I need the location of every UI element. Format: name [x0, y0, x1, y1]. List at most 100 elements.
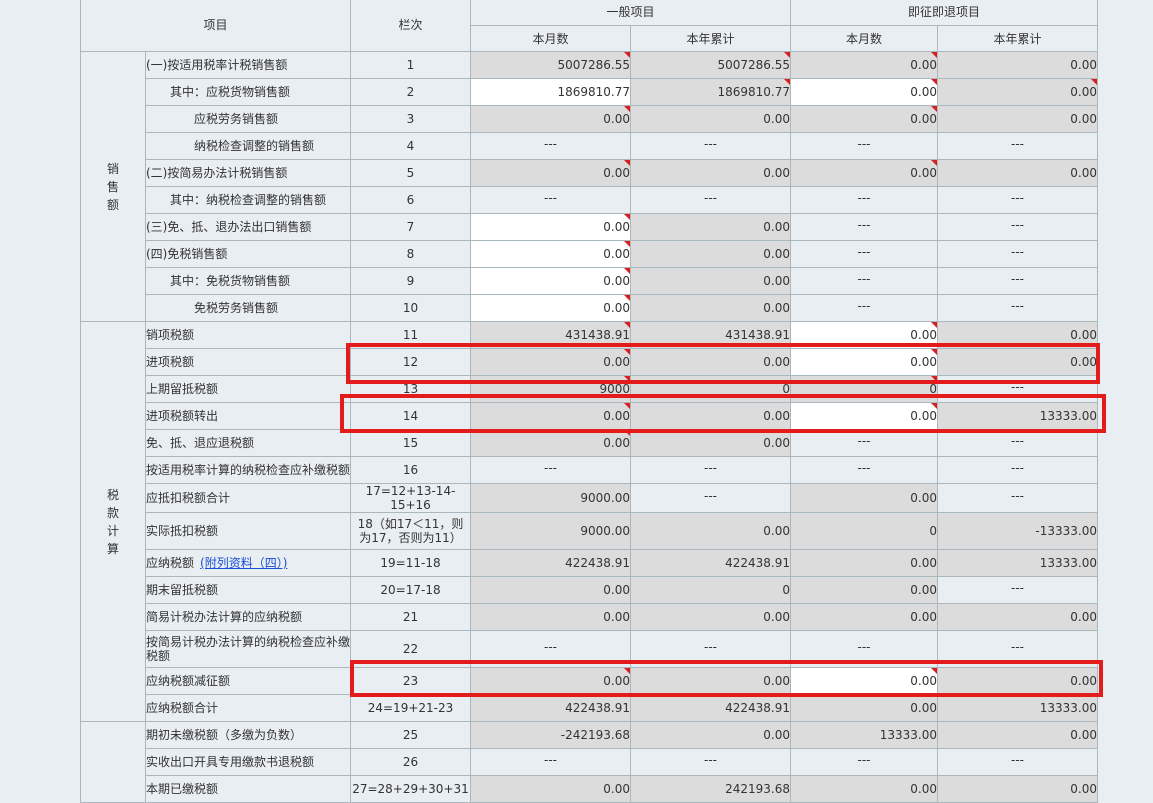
refund-month-cell[interactable]: 0.00: [790, 667, 938, 695]
refund-year-cell: 13333.00: [937, 549, 1098, 577]
row-label: 按适用税率计算的纳税检查应补缴税额: [145, 456, 351, 484]
table-row: 其中：应税货物销售额 2 1869810.77 1869810.77 0.00 0.00: [81, 78, 1098, 106]
cell-value: ---: [857, 191, 871, 205]
general-month-cell: 0.00: [470, 576, 631, 604]
table-row: 其中：纳税检查调整的销售额 6 --- --- --- ---: [81, 186, 1098, 214]
refund-month-cell: ---: [790, 240, 938, 268]
general-month-cell: 0.00: [470, 159, 631, 187]
refund-year-cell: ---: [937, 456, 1098, 484]
cell-value: ---: [704, 461, 717, 475]
line-number: 21: [350, 603, 471, 631]
refund-month-cell: 0.00: [790, 603, 938, 631]
general-month-cell: ---: [470, 132, 631, 160]
attachment-link[interactable]: (附列资料（四）): [200, 556, 287, 570]
cell-value: 0.00: [763, 409, 790, 423]
section-sales: 销售额: [80, 51, 146, 322]
row-label: 本期已缴税额: [145, 775, 351, 803]
row-label-text: 其中：应税货物销售额: [170, 85, 291, 99]
row-label-text: 应纳税额合计: [146, 701, 219, 715]
refund-month-cell: 0.00: [790, 775, 938, 803]
row-label: (一)按适用税率计税销售额: [145, 51, 351, 79]
refund-month-cell[interactable]: 0.00: [790, 321, 938, 349]
refund-month-cell: 0.00: [790, 549, 938, 577]
row-label: 应纳税额减征额: [145, 667, 351, 695]
refund-month-cell: ---: [790, 429, 938, 457]
table-row: 上期留抵税额 13 9000 0 0 ---: [81, 375, 1098, 403]
row-label: 简易计税办法计算的应纳税额: [145, 603, 351, 631]
table-row: 应税劳务销售额 3 0.00 0.00 0.00 0.00: [81, 105, 1098, 133]
cell-value: 0.00: [910, 166, 937, 180]
header-refund-month: 本月数: [790, 25, 938, 52]
refund-month-cell: 13333.00: [790, 721, 938, 749]
cell-value: ---: [1011, 272, 1024, 286]
general-month-cell: 0.00: [470, 667, 631, 695]
cell-value: 0.00: [1070, 112, 1097, 126]
cell-value: 1869810.77: [717, 85, 790, 99]
cell-value: 9000.00: [580, 491, 630, 505]
refund-month-cell[interactable]: 0.00: [790, 402, 938, 430]
cell-value: ---: [704, 753, 717, 767]
refund-month-cell[interactable]: 0.00: [790, 78, 938, 106]
general-year-cell: 242193.68: [630, 775, 791, 803]
general-month-cell[interactable]: 1869810.77: [470, 78, 631, 106]
general-year-cell: 422438.91: [630, 549, 791, 577]
refund-month-cell: 0.00: [790, 105, 938, 133]
cell-value: ---: [1011, 245, 1024, 259]
cell-value: 0.00: [910, 112, 937, 126]
row-label-text: 进项税额: [146, 355, 195, 369]
cell-value: 13333.00: [1039, 701, 1097, 715]
table-row: 简易计税办法计算的应纳税额 21 0.00 0.00 0.00 0.00: [81, 603, 1098, 631]
refund-month-cell: ---: [790, 456, 938, 484]
general-month-cell[interactable]: 0.00: [470, 240, 631, 268]
refund-month-cell: ---: [790, 267, 938, 295]
row-label: 销项税额: [145, 321, 351, 349]
cell-value: 242193.68: [725, 782, 790, 796]
cell-value: ---: [1011, 191, 1024, 205]
cell-value: 0.00: [1070, 58, 1097, 72]
general-month-cell: -242193.68: [470, 721, 631, 749]
row-label-text: 应税劳务销售额: [194, 112, 279, 126]
table-row: 进项税额转出 14 0.00 0.00 0.00 13333.00: [81, 402, 1098, 430]
refund-year-cell: 0.00: [937, 603, 1098, 631]
general-month-cell[interactable]: 0.00: [470, 213, 631, 241]
cell-value: ---: [704, 489, 717, 503]
general-year-cell: 0.00: [630, 721, 791, 749]
cell-value: 5007286.55: [717, 58, 790, 72]
refund-month-cell[interactable]: 0.00: [790, 348, 938, 376]
row-label-text: 按适用税率计算的纳税检查应补缴税额: [146, 463, 351, 477]
general-month-cell: 431438.91: [470, 321, 631, 349]
cell-value: 0.00: [763, 274, 790, 288]
table-row: 其中：免税货物销售额 9 0.00 0.00 --- ---: [81, 267, 1098, 295]
general-year-cell: ---: [630, 186, 791, 214]
cell-value: 0.00: [603, 247, 630, 261]
row-label-text: 本期已缴税额: [146, 782, 219, 796]
line-number: 12: [350, 348, 471, 376]
refund-year-cell: 13333.00: [937, 694, 1098, 722]
cell-value: 0.00: [763, 436, 790, 450]
general-year-cell: 0.00: [630, 348, 791, 376]
refund-year-cell: ---: [937, 132, 1098, 160]
tax-return-table: 项目 栏次 一般项目 即征即退项目 本月数 本年累计 本月数 本年累计 销售额(…: [80, 0, 1098, 803]
refund-month-cell: 0.00: [790, 576, 938, 604]
row-label: (三)免、抵、退办法出口销售额: [145, 213, 351, 241]
cell-value: ---: [857, 434, 871, 448]
cell-value: ---: [1011, 380, 1024, 394]
general-month-cell[interactable]: 0.00: [470, 267, 631, 295]
table-row: 应纳税额减征额 23 0.00 0.00 0.00 0.00: [81, 667, 1098, 695]
refund-year-cell: 0.00: [937, 721, 1098, 749]
cell-value: 0.00: [1070, 674, 1097, 688]
cell-value: ---: [704, 191, 717, 205]
section-sales-label: 销售额: [106, 161, 119, 212]
cell-value: 0.00: [910, 782, 937, 796]
general-month-cell[interactable]: 0.00: [470, 294, 631, 322]
line-number: 23: [350, 667, 471, 695]
line-number: 22: [350, 630, 471, 668]
section-payment: [80, 721, 146, 803]
cell-value: 0.00: [763, 610, 790, 624]
cell-value: ---: [857, 218, 871, 232]
cell-value: ---: [1011, 299, 1024, 313]
general-month-cell: 0.00: [470, 402, 631, 430]
refund-month-cell: 0.00: [790, 51, 938, 79]
table-row: (三)免、抵、退办法出口销售额 7 0.00 0.00 --- ---: [81, 213, 1098, 241]
cell-value: ---: [1011, 581, 1024, 595]
